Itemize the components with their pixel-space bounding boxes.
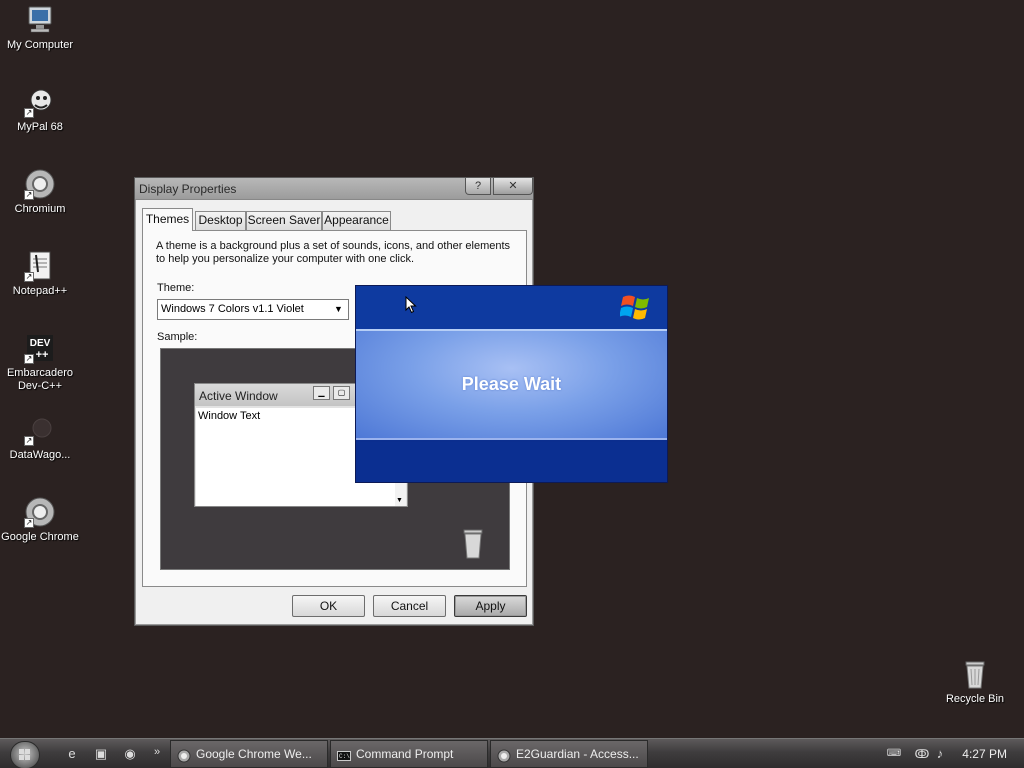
- cancel-button[interactable]: Cancel: [373, 595, 446, 617]
- quick-launch-more-icon[interactable]: »: [148, 743, 166, 761]
- desktop-icon-google-chrome[interactable]: ↗ Google Chrome: [1, 496, 79, 544]
- scroll-down-icon: ▼: [396, 497, 403, 504]
- show-desktop-icon[interactable]: ▣: [92, 745, 110, 763]
- close-icon: ✕: [508, 180, 518, 192]
- datawago-icon: ↗: [24, 414, 56, 446]
- taskbar-button-label: Command Prompt: [356, 747, 454, 761]
- computer-icon: [24, 4, 56, 36]
- start-button[interactable]: [10, 741, 40, 768]
- chrome-icon: ↗: [24, 496, 56, 528]
- splash-footer: [356, 442, 667, 482]
- dialog-title: Display Properties: [139, 182, 237, 196]
- shortcut-arrow-icon: ↗: [24, 190, 34, 200]
- recycle-bin-icon: [959, 658, 991, 690]
- title-bar[interactable]: Display Properties ? ✕: [135, 178, 533, 200]
- desktop-icon-label: Notepad++: [12, 285, 68, 297]
- desktop-icon-my-computer[interactable]: My Computer: [1, 4, 79, 52]
- desktop-icon-chromium[interactable]: ↗ Chromium: [1, 168, 79, 216]
- help-icon: ?: [474, 180, 482, 192]
- desktop-icon-label: Embarcadero Dev-C++: [6, 367, 74, 392]
- shortcut-arrow-icon: ↗: [24, 108, 34, 118]
- shortcut-arrow-icon: ↗: [24, 436, 34, 446]
- theme-label: Theme:: [157, 282, 195, 294]
- shortcut-arrow-icon: ↗: [24, 354, 34, 364]
- dev-cpp-icon: DEV ++ ↗: [24, 332, 56, 364]
- desktop-icon-label: DataWago...: [9, 449, 71, 461]
- tab-themes[interactable]: Themes: [142, 208, 193, 231]
- tab-appearance[interactable]: Appearance: [322, 211, 391, 230]
- svg-text:C:\: C:\: [339, 753, 350, 760]
- chevron-down-icon: ▼: [334, 304, 343, 314]
- desktop-icon-recycle-bin[interactable]: Recycle Bin: [936, 658, 1014, 706]
- mypal-icon: ↗: [24, 86, 56, 118]
- sample-window-title: Active Window: [199, 389, 278, 403]
- theme-select-value: Windows 7 Colors v1.1 Violet: [161, 303, 304, 315]
- please-wait-text: Please Wait: [461, 374, 562, 394]
- taskbar-button-label: Google Chrome We...: [196, 747, 312, 761]
- clock[interactable]: 4:27 PM: [962, 747, 1007, 761]
- please-wait-splash: Please Wait: [355, 285, 668, 483]
- desktop-icon-notepad-plus-plus[interactable]: ↗ Notepad++: [1, 250, 79, 298]
- svg-text:++: ++: [36, 349, 49, 361]
- taskbar-button-label: E2Guardian - Access...: [516, 747, 639, 761]
- chromium-icon: ↗: [24, 168, 56, 200]
- internet-explorer-icon[interactable]: e: [63, 745, 81, 763]
- volume-icon[interactable]: ♪: [931, 745, 949, 763]
- desktop-icon-label: MyPal 68: [17, 121, 63, 133]
- theme-select[interactable]: Windows 7 Colors v1.1 Violet ▼: [157, 299, 349, 320]
- desktop-icon-label: Google Chrome: [1, 531, 79, 543]
- notepad-icon: ↗: [24, 250, 56, 282]
- system-tray: ⌨ ↂ ♪ 4:27 PM: [879, 739, 1024, 768]
- desktop-icon-label: Recycle Bin: [945, 693, 1005, 705]
- desktop-icon-label: Chromium: [14, 203, 66, 215]
- help-button[interactable]: ?: [465, 178, 491, 195]
- keyboard-icon[interactable]: ⌨: [885, 745, 903, 763]
- apply-button[interactable]: Apply: [454, 595, 527, 617]
- taskbar-button-e2guardian[interactable]: E2Guardian - Access...: [490, 740, 648, 768]
- sample-label: Sample:: [157, 331, 198, 343]
- close-button[interactable]: ✕: [493, 178, 533, 195]
- start-orb-icon: [19, 749, 30, 760]
- tab-desktop[interactable]: Desktop: [195, 211, 246, 230]
- taskbar-button-command-prompt[interactable]: C:\ Command Prompt: [330, 740, 488, 768]
- desktop-icon-label: My Computer: [6, 39, 74, 51]
- ok-button[interactable]: OK: [292, 595, 365, 617]
- tab-screen-saver[interactable]: Screen Saver: [246, 211, 322, 230]
- maximize-icon: ▢: [333, 386, 350, 400]
- network-icon[interactable]: ↂ: [913, 745, 931, 763]
- shortcut-arrow-icon: ↗: [24, 272, 34, 282]
- desktop-icon-mypal[interactable]: ↗ MyPal 68: [1, 86, 79, 134]
- taskbar: e ▣ ◉ » Google Chrome We... C:\ Command …: [0, 738, 1024, 768]
- windows-logo-icon: [619, 291, 654, 323]
- theme-description: A theme is a background plus a set of so…: [156, 240, 511, 265]
- desktop-icon-dev-cpp[interactable]: DEV ++ ↗ Embarcadero Dev-C++: [1, 332, 79, 393]
- media-player-icon[interactable]: ◉: [121, 745, 139, 763]
- chrome-icon: [177, 746, 191, 763]
- chrome-icon: [497, 746, 511, 763]
- mouse-cursor-icon: [405, 295, 417, 314]
- minimize-icon: ▁: [313, 386, 330, 400]
- desktop-icon-datawago[interactable]: ↗ DataWago...: [1, 414, 79, 462]
- taskbar-button-chrome[interactable]: Google Chrome We...: [170, 740, 328, 768]
- svg-text:DEV: DEV: [30, 338, 51, 349]
- command-prompt-icon: C:\: [337, 746, 351, 762]
- shortcut-arrow-icon: ↗: [24, 518, 34, 528]
- recycle-bin-icon: [461, 529, 485, 559]
